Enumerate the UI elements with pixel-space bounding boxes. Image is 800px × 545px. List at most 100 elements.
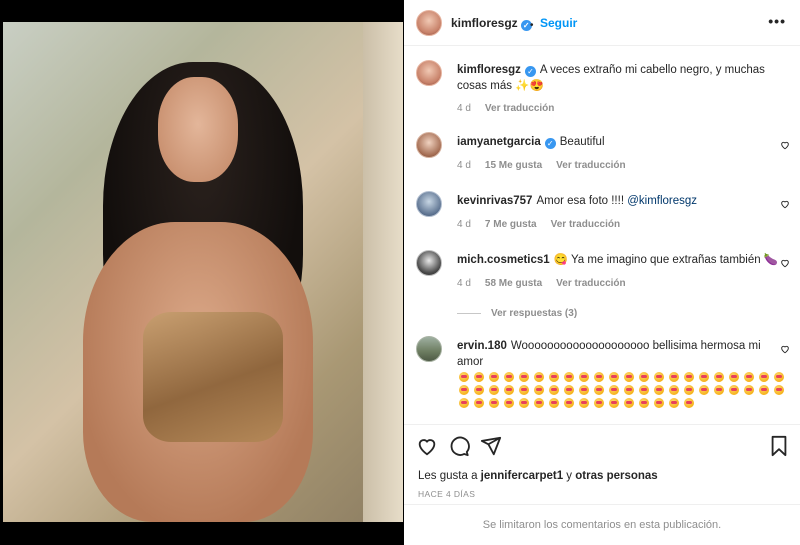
emoji-icon xyxy=(593,385,604,395)
emoji-icon xyxy=(503,385,514,395)
commenter-avatar[interactable] xyxy=(416,250,442,276)
emoji-icon xyxy=(503,372,514,382)
emoji-icon xyxy=(683,372,694,382)
likes-user[interactable]: jennifercarpet1 xyxy=(481,470,563,482)
emoji-icon xyxy=(773,385,784,395)
heart-icon[interactable] xyxy=(780,344,790,354)
comment-time: 4 d xyxy=(457,219,471,230)
emoji-icon xyxy=(488,372,499,382)
author-avatar[interactable] xyxy=(416,10,442,36)
comment-icon[interactable] xyxy=(448,435,470,457)
comment-translate[interactable]: Ver traducción xyxy=(556,160,625,171)
comment-meta: 4 d 15 Me gusta Ver traducción xyxy=(457,160,640,171)
emoji-icon xyxy=(563,385,574,395)
heart-icon[interactable] xyxy=(780,258,790,268)
comment-likes[interactable]: 15 Me gusta xyxy=(485,160,542,171)
comment-text: ervin.180 Woooooooooooooooooooo bellisima… xyxy=(457,338,782,370)
heart-icon[interactable] xyxy=(780,199,790,209)
emoji-icon xyxy=(668,398,679,408)
emoji-icon xyxy=(548,385,559,395)
likes-others[interactable]: otras personas xyxy=(575,470,657,482)
commenter-username[interactable]: ervin.180 xyxy=(457,340,507,352)
emoji-icon xyxy=(698,385,709,395)
likes-summary: Les gusta a jennifercarpet1 y otras pers… xyxy=(418,470,658,482)
emoji-icon xyxy=(713,372,724,382)
comment-text: kevinrivas757 Amor esa foto !!!! @kimflor… xyxy=(457,193,782,209)
emoji-icon xyxy=(728,372,739,382)
caption-text: kimfloresgz ✓ A veces extraño mi cabello n… xyxy=(457,62,782,94)
emoji-icon xyxy=(653,385,664,395)
photo-suit xyxy=(143,312,283,442)
comment-time: 4 d xyxy=(457,278,471,289)
emoji-icon xyxy=(668,372,679,382)
emoji-icon xyxy=(593,372,604,382)
mention-link[interactable]: @kimfloresgz xyxy=(627,195,697,207)
emoji-icon xyxy=(548,398,559,408)
photo-face xyxy=(158,77,238,182)
comment-likes[interactable]: 58 Me gusta xyxy=(485,278,542,289)
comment-translate[interactable]: Ver traducción xyxy=(551,219,620,230)
emoji-icon xyxy=(758,372,769,382)
more-options-icon[interactable]: ••• xyxy=(768,13,786,29)
comment-likes[interactable]: 7 Me gusta xyxy=(485,219,537,230)
post-actions xyxy=(404,424,800,464)
commenter-avatar[interactable] xyxy=(416,336,442,362)
emoji-icon xyxy=(698,372,709,382)
emoji-icon xyxy=(743,372,754,382)
post-header: kimfloresgz ✓ • Seguir ••• xyxy=(404,0,800,46)
follow-button[interactable]: Seguir xyxy=(540,16,577,30)
comment-body: Amor esa foto !!!! xyxy=(536,195,628,207)
emoji-icon xyxy=(623,372,634,382)
commenter-username[interactable]: mich.cosmetics1 xyxy=(457,254,550,266)
emoji-icon xyxy=(578,372,589,382)
commenter-username[interactable]: iamyanetgarcia xyxy=(457,136,541,148)
emoji-icon xyxy=(593,398,604,408)
emoji-icon xyxy=(608,372,619,382)
comments-limited-footer: Se limitaron los comentarios en esta pub… xyxy=(404,504,800,545)
view-replies-button[interactable]: Ver respuestas (3) xyxy=(457,308,577,319)
emoji-block xyxy=(456,370,786,409)
author-username[interactable]: kimfloresgz ✓ xyxy=(451,16,532,31)
comments-list[interactable]: kimfloresgz ✓ A veces extraño mi cabello n… xyxy=(404,46,800,424)
emoji-icon xyxy=(728,385,739,395)
emoji-icon xyxy=(623,385,634,395)
heart-icon[interactable] xyxy=(780,140,790,150)
emoji-icon xyxy=(578,398,589,408)
commenter-username[interactable]: kevinrivas757 xyxy=(457,195,532,207)
emoji-icon xyxy=(473,398,484,408)
verified-icon: ✓ xyxy=(524,66,536,77)
emoji-icon xyxy=(458,398,469,408)
emoji-icon xyxy=(458,372,469,382)
comment-body: 😋 Ya me imagino que extrañas también 🍆 xyxy=(553,254,779,266)
post-photo[interactable] xyxy=(0,0,404,545)
emoji-icon xyxy=(683,385,694,395)
comments-limited-text: Se limitaron los comentarios en esta pub… xyxy=(482,519,722,531)
emoji-icon xyxy=(518,372,529,382)
emoji-icon xyxy=(743,385,754,395)
caption-username[interactable]: kimfloresgz xyxy=(457,64,521,76)
emoji-icon xyxy=(653,398,664,408)
commenter-avatar[interactable] xyxy=(416,191,442,217)
caption-translate[interactable]: Ver traducción xyxy=(485,103,554,114)
emoji-icon xyxy=(518,385,529,395)
emoji-icon xyxy=(503,398,514,408)
photo-image xyxy=(3,22,403,522)
separator-dot: • xyxy=(530,20,534,31)
emoji-icon xyxy=(563,372,574,382)
caption-meta: 4 d Ver traducción xyxy=(457,103,568,114)
post-timestamp: HACE 4 DÍAS xyxy=(418,489,476,499)
emoji-icon xyxy=(713,385,724,395)
emoji-icon xyxy=(758,385,769,395)
commenter-avatar[interactable] xyxy=(416,132,442,158)
emoji-icon xyxy=(623,398,634,408)
comment-meta: 4 d 7 Me gusta Ver traducción xyxy=(457,219,634,230)
emoji-icon xyxy=(608,385,619,395)
share-icon[interactable] xyxy=(480,435,502,457)
caption-avatar[interactable] xyxy=(416,60,442,86)
comment-text: iamyanetgarcia ✓ Beautiful xyxy=(457,134,782,150)
bookmark-icon[interactable] xyxy=(768,435,790,457)
emoji-icon xyxy=(608,398,619,408)
heart-icon[interactable] xyxy=(416,435,438,457)
comment-translate[interactable]: Ver traducción xyxy=(556,278,625,289)
emoji-icon xyxy=(638,372,649,382)
